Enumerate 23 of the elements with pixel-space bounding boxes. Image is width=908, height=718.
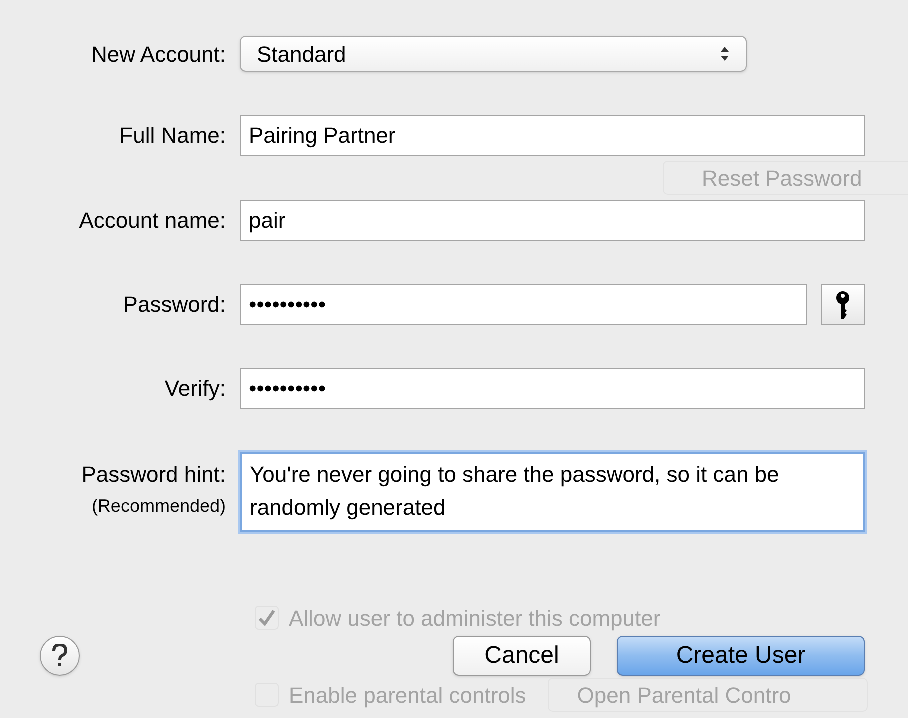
checkbox-label: Allow user to administer this computer: [289, 604, 661, 633]
password-hint-field[interactable]: You're never going to share the password, so it can be randomly generated: [240, 452, 865, 532]
field-label: Full Name:: [118, 122, 226, 150]
checkbox-label: Enable parental controls: [289, 682, 526, 710]
field-label: Password hint:: [82, 461, 226, 489]
text-field[interactable]: Pairing Partner: [240, 115, 865, 156]
field-note: (Recommended): [92, 495, 226, 518]
field-label: Password:: [122, 291, 226, 319]
password-assistant-button[interactable]: [821, 284, 865, 325]
account-type-popup[interactable]: Standard: [240, 36, 747, 72]
help-button[interactable]: [40, 636, 80, 676]
field-label: Account name:: [78, 207, 226, 235]
question-mark-icon: [52, 644, 68, 668]
text-field[interactable]: pair: [240, 200, 865, 241]
updown-arrows-icon: [720, 46, 730, 62]
field-label: New Account:: [90, 40, 226, 68]
create-user-button[interactable]: Create User: [617, 636, 865, 676]
text-field[interactable]: ••••••••••: [240, 284, 807, 325]
field-label: Verify:: [164, 375, 226, 403]
text-field[interactable]: ••••••••••: [240, 368, 865, 409]
cancel-button[interactable]: Cancel: [453, 636, 591, 676]
key-icon: [836, 290, 850, 318]
checkbox[interactable]: [255, 606, 279, 630]
